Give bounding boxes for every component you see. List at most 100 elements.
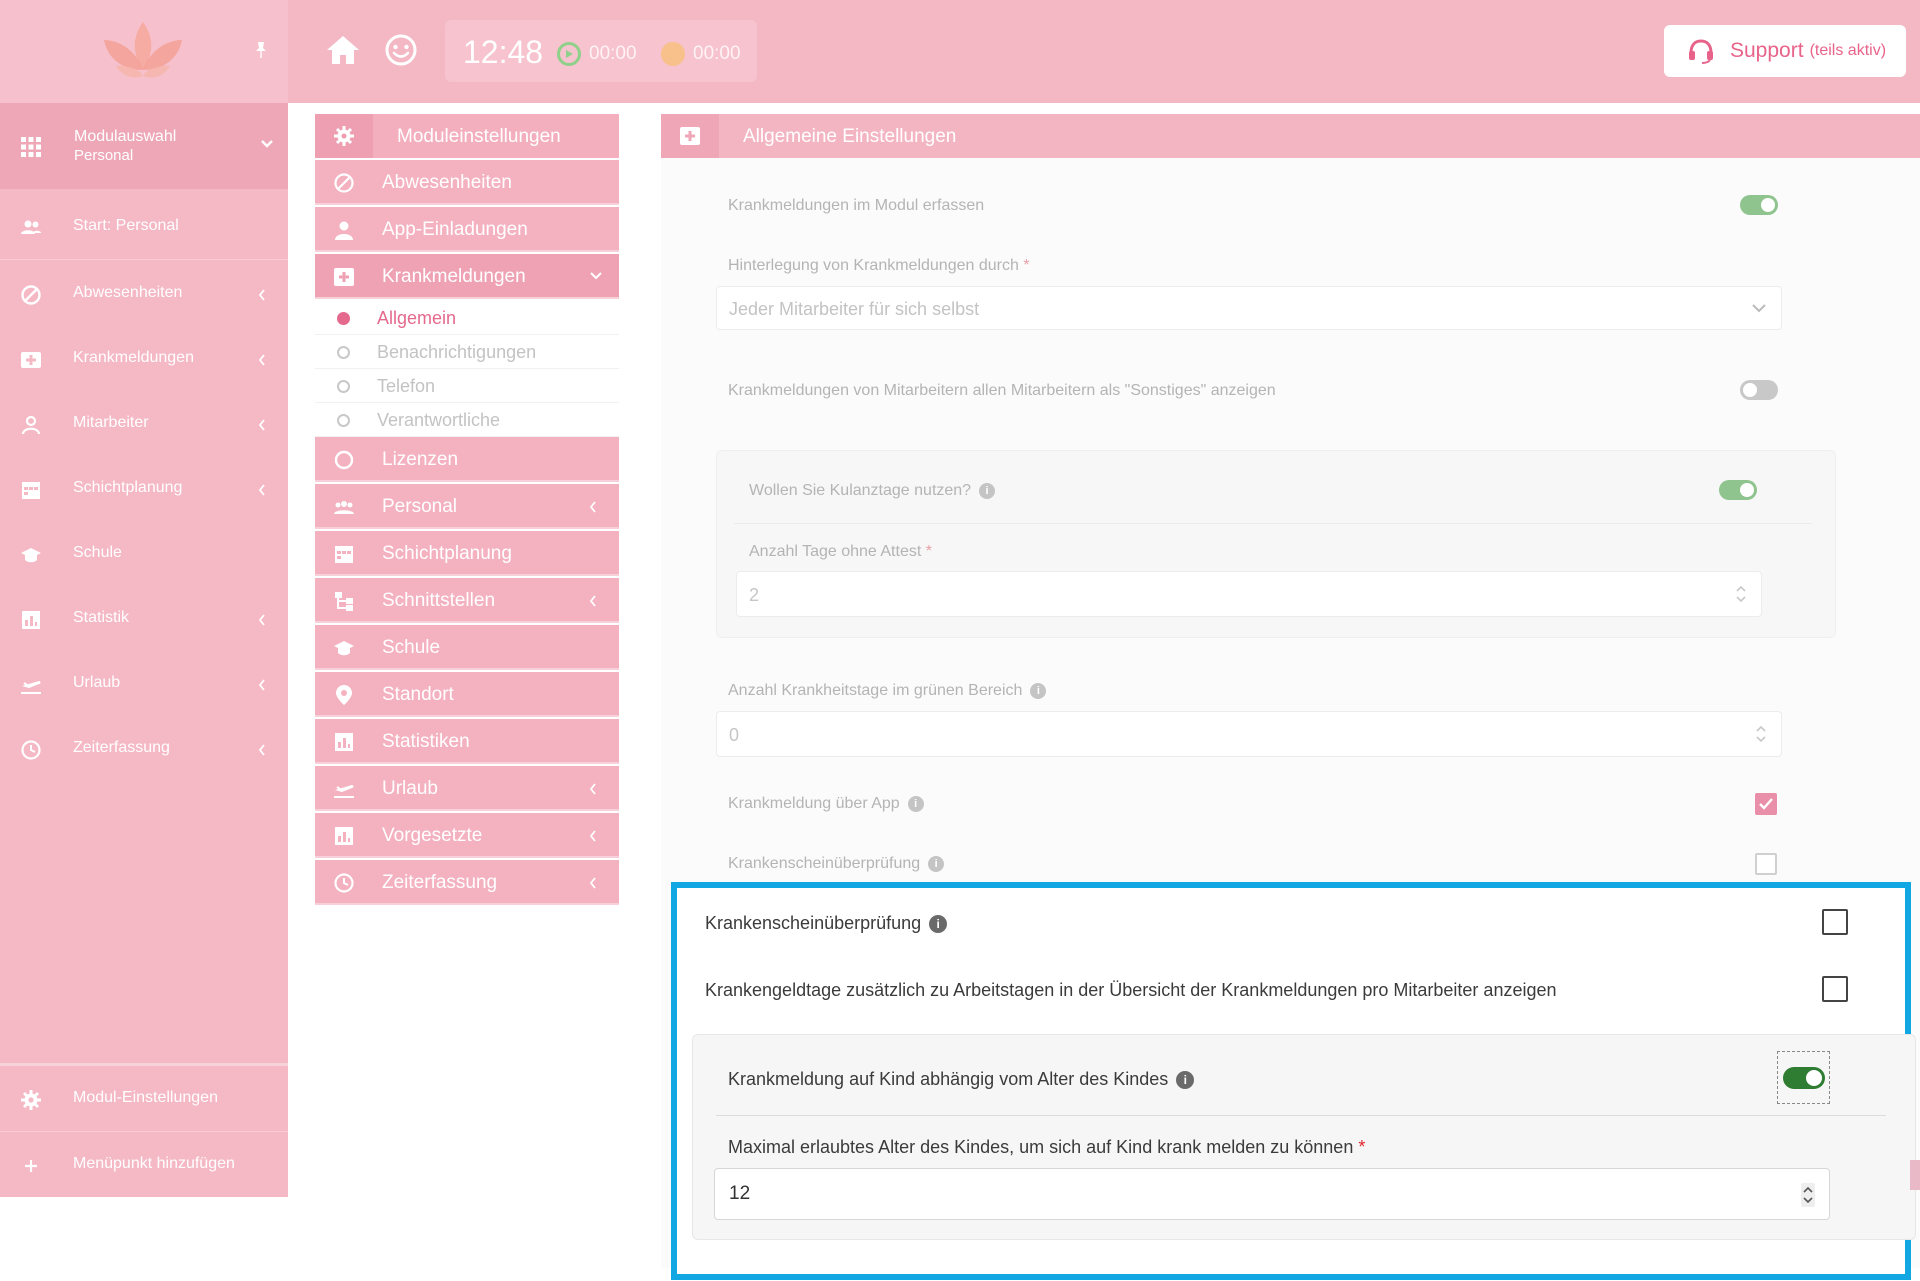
submenu-item-telefon[interactable]: Telefon [315,369,619,403]
info-icon[interactable]: i [928,855,945,872]
menu-item-abwesenheiten[interactable]: Abwesenheiten [315,160,619,205]
menu-item-lizenzen[interactable]: Lizenzen [315,437,619,482]
sidebar-item-start-personal[interactable]: Start: Personal [0,201,288,253]
submenu-item-allgemein[interactable]: Allgemein [315,301,619,335]
gruen-value: 0 [729,725,740,745]
chart-icon [335,733,353,751]
ban-icon [334,173,354,193]
circle-icon [337,414,350,427]
smiley-icon[interactable] [384,33,418,67]
logo-area [0,0,288,103]
menu-item-zeiterfassung[interactable]: Zeiterfassung [315,860,619,905]
support-button[interactable]: Support (teils aktiv) [1664,25,1906,77]
chevron-left-icon [589,877,596,889]
ban-icon [21,285,41,305]
menu-item-standort[interactable]: Standort [315,672,619,717]
orange-timer[interactable]: 00:00 [661,42,741,66]
gruen-input[interactable]: 0 [716,711,1782,757]
menu-item-statistiken[interactable]: Statistiken [315,719,619,764]
clock-text: 12:48 [463,34,544,70]
left-sidebar: Modulauswahl Personal Start: Personal Ab… [0,103,288,1197]
info-icon[interactable]: i [979,482,996,499]
home-icon[interactable] [325,33,361,67]
menu-item-schule[interactable]: Schule [315,625,619,670]
green-timer[interactable]: 00:00 [557,42,637,66]
module-settings-header: Moduleinstellungen [315,114,619,158]
general-settings-header: Allgemeine Einstellungen [661,114,1920,158]
sidebar-item-schichtplanung[interactable]: Schichtplanung [0,463,288,515]
sidebar-item-label: Zeiterfassung [73,739,170,756]
green-timer-text: 00:00 [589,43,637,64]
spinner-arrows-icon[interactable] [1801,1183,1815,1207]
sidebar-item-modul-einstellungen[interactable]: Modul-Einstellungen [0,1073,288,1125]
spinner-arrows-icon[interactable] [1755,724,1767,744]
lotus-logo-icon [104,22,182,78]
divider [0,259,288,260]
scroll-accent [1910,1160,1920,1190]
chevron-down-icon [1752,304,1766,313]
divider [0,1063,288,1066]
chevron-left-icon [258,744,265,756]
krankengeld-checkbox[interactable] [1822,976,1848,1002]
tage-ohne-attest-label: Anzahl Tage ohne Attest * [749,543,932,560]
spinner-arrows-icon[interactable] [1735,584,1747,604]
menu-item-label: Urlaub [382,778,438,799]
sidebar-item-mitarbeiter[interactable]: Mitarbeiter [0,398,288,450]
max-alter-input[interactable]: 12 [714,1168,1830,1220]
menu-item-schnittstellen[interactable]: Schnittstellen [315,578,619,623]
chevron-left-icon [258,679,265,691]
menu-item-urlaub[interactable]: Urlaub [315,766,619,811]
pin-icon[interactable] [253,40,269,60]
menu-item-label: Personal [382,496,457,517]
menu-item-label: Schichtplanung [382,543,512,564]
info-icon[interactable]: i [929,915,948,934]
kind-label: Krankmeldung auf Kind abhängig vom Alter… [728,1069,1195,1090]
sidebar-item-abwesenheiten[interactable]: Abwesenheiten [0,268,288,320]
sidebar-item-zeiterfassung[interactable]: Zeiterfassung [0,723,288,775]
top-bar: 12:48 00:00 00:00 Support (teils aktiv) [0,0,1920,103]
menu-item-app-einladungen[interactable]: App-Einladungen [315,207,619,252]
kind-toggle[interactable] [1783,1067,1825,1089]
menu-item-schichtplanung[interactable]: Schichtplanung [315,531,619,576]
sidebar-item-schule[interactable]: Schule [0,528,288,580]
users-icon [334,501,354,514]
sidebar-item-label: Krankmeldungen [73,349,194,366]
circle-icon [334,450,354,470]
sidebar-item-label: Statistik [73,609,130,626]
info-icon[interactable]: i [1176,1071,1195,1090]
clock-icon [21,740,41,760]
module-selector-title: Modulauswahl [74,128,177,145]
info-icon[interactable]: i [907,795,924,812]
chevron-left-icon [589,501,596,513]
app-checkbox[interactable] [1755,793,1777,815]
chevron-left-icon [589,783,596,795]
module-selector[interactable]: Modulauswahl Personal [0,103,288,189]
pruefung-faded-label: Krankenscheinüberprüfung i [728,855,945,873]
pruefung-faded-checkbox[interactable] [1755,853,1777,875]
sidebar-item-menuepunkt-hinzufuegen[interactable]: Menüpunkt hinzufügen [0,1139,288,1191]
gear-icon [21,1090,41,1110]
sidebar-item-statistik[interactable]: Statistik [0,593,288,645]
submenu-item-label: Allgemein [377,308,457,328]
submenu-item-verantwortliche[interactable]: Verantwortliche [315,403,619,437]
menu-item-krankmeldungen[interactable]: Krankmeldungen [315,254,619,299]
kulanz-toggle[interactable] [1719,480,1757,500]
sidebar-item-label: Schichtplanung [73,479,183,496]
submenu-item-benachrichtigungen[interactable]: Benachrichtigungen [315,335,619,369]
menu-item-vorgesetzte[interactable]: Vorgesetzte [315,813,619,858]
tage-ohne-attest-input[interactable]: 2 [736,571,1762,617]
sidebar-item-urlaub[interactable]: Urlaub [0,658,288,710]
sidebar-item-label: Mitarbeiter [73,414,149,431]
hinterlegung-label: Hinterlegung von Krankmeldungen durch * [728,257,1030,274]
erfassen-toggle[interactable] [1740,195,1778,215]
sidebar-item-krankmeldungen[interactable]: Krankmeldungen [0,333,288,385]
medical-cross-icon [21,352,41,368]
pruefung-checkbox[interactable] [1822,909,1848,935]
users-icon [21,220,41,234]
sonstiges-toggle[interactable] [1740,380,1778,400]
support-label: Support [1730,39,1804,62]
hinterlegung-select[interactable]: Jeder Mitarbeiter für sich selbst [716,286,1782,330]
menu-item-personal[interactable]: Personal [315,484,619,529]
info-icon[interactable]: i [1030,682,1047,699]
menu-item-label: Schnittstellen [382,590,496,611]
